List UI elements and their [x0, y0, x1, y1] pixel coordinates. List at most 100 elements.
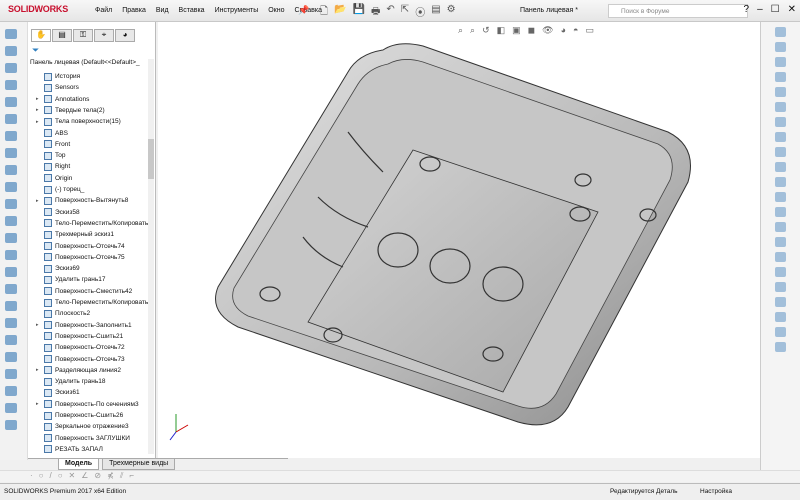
- expand-arrow-icon[interactable]: ▸: [36, 96, 41, 102]
- expand-arrow-icon[interactable]: ▸: [36, 322, 41, 328]
- tree-item[interactable]: Эскиз58: [36, 207, 80, 218]
- tool-icon[interactable]: [775, 312, 786, 322]
- tool-icon[interactable]: [5, 352, 17, 362]
- tool-icon[interactable]: [775, 252, 786, 262]
- tree-item[interactable]: ▸ Поверхность-Заполнить1: [36, 320, 132, 331]
- tool-icon[interactable]: [5, 250, 17, 260]
- tool-icon[interactable]: [5, 199, 17, 209]
- display-manager-tab-icon[interactable]: ◕: [115, 29, 135, 42]
- tree-item[interactable]: Эскиз69: [36, 263, 80, 274]
- dim-xpert-tab-icon[interactable]: ⌖: [94, 29, 114, 42]
- new-icon[interactable]: 🗋: [320, 4, 328, 21]
- feature-manager-tab-icon[interactable]: ✋: [31, 29, 51, 42]
- open-icon[interactable]: 📂: [334, 4, 346, 21]
- tree-item[interactable]: ABS: [36, 128, 68, 139]
- menu-window[interactable]: Окно: [268, 7, 284, 14]
- tool-icon[interactable]: [5, 284, 17, 294]
- tool-icon[interactable]: [775, 207, 786, 217]
- tool-icon[interactable]: [775, 147, 786, 157]
- tree-item[interactable]: Поверхность-Сместить42: [36, 286, 132, 297]
- tool-icon[interactable]: [775, 222, 786, 232]
- tree-item[interactable]: Зеркальное отражение3: [36, 421, 129, 432]
- tool-icon[interactable]: [5, 131, 17, 141]
- units-custom-dropdown[interactable]: Настройка: [700, 488, 732, 495]
- undo-icon[interactable]: ↶: [386, 4, 394, 21]
- tree-item[interactable]: Поверхность-Отсечь75: [36, 252, 125, 263]
- tool-icon[interactable]: [775, 192, 786, 202]
- tree-item[interactable]: История: [36, 71, 80, 82]
- tree-item[interactable]: Удалить грань17: [36, 274, 105, 285]
- graphics-viewport[interactable]: ⌕ ⌕ ↺ ◧ ▣ ◼ 👁 ◕ ◓ ▭: [158, 22, 760, 458]
- tool-icon[interactable]: [5, 386, 17, 396]
- tree-item[interactable]: Поверхность-Сшить26: [36, 410, 123, 421]
- file-props-icon[interactable]: ▤: [431, 4, 440, 21]
- tool-icon[interactable]: [5, 216, 17, 226]
- expand-arrow-icon[interactable]: ▸: [36, 367, 41, 373]
- expand-arrow-icon[interactable]: ▸: [36, 198, 41, 204]
- tab-model[interactable]: Модель: [58, 459, 100, 470]
- tree-scrollbar[interactable]: [148, 59, 154, 454]
- tree-item[interactable]: Тело-Переместить/Копировать3: [36, 218, 152, 229]
- expand-arrow-icon[interactable]: ▸: [36, 107, 41, 113]
- tool-icon[interactable]: [775, 132, 786, 142]
- minimize-button[interactable]: –: [757, 4, 763, 15]
- tree-item[interactable]: Front: [36, 139, 70, 150]
- menu-file[interactable]: Файл: [95, 7, 112, 14]
- tool-icon[interactable]: [5, 233, 17, 243]
- folder-icon[interactable]: [775, 72, 786, 82]
- tool-icon[interactable]: [5, 97, 17, 107]
- tree-item[interactable]: РЕЗАТЬ ЗАПАЛ: [36, 444, 103, 455]
- tool-icon[interactable]: [775, 177, 786, 187]
- solidworks-logo[interactable]: SOLIDWORKS: [8, 4, 68, 14]
- expand-arrow-icon[interactable]: ▸: [36, 401, 41, 407]
- tree-item[interactable]: ▸ Поверхность-Вытянуть8: [36, 195, 128, 206]
- tool-icon[interactable]: [5, 114, 17, 124]
- tool-icon[interactable]: [5, 182, 17, 192]
- tool-icon[interactable]: [5, 46, 17, 56]
- tree-item[interactable]: Эскиз61: [36, 387, 80, 398]
- tree-item[interactable]: Right: [36, 161, 70, 172]
- tree-item[interactable]: (-) торец_: [36, 184, 84, 195]
- tool-icon[interactable]: [5, 63, 17, 73]
- search-input[interactable]: Поиск в Форуме: [608, 4, 748, 18]
- line-icon[interactable]: [775, 57, 786, 67]
- menu-insert[interactable]: Вставка: [179, 7, 205, 14]
- pin-icon[interactable]: 📌: [298, 5, 309, 16]
- tree-item[interactable]: Поверхность ЗАГЛУШКИ: [36, 433, 130, 444]
- tool-icon[interactable]: [775, 267, 786, 277]
- tool-icon[interactable]: [5, 318, 17, 328]
- help-icon[interactable]: ?: [744, 4, 750, 15]
- tree-item[interactable]: Поверхность-Сшить21: [36, 331, 123, 342]
- tree-item[interactable]: Поверхность-Отсечь73: [36, 354, 125, 365]
- tool-icon[interactable]: [5, 80, 17, 90]
- home-icon[interactable]: [775, 27, 786, 37]
- select-cursor-icon[interactable]: [775, 342, 786, 352]
- tool-icon[interactable]: [5, 148, 17, 158]
- tree-item[interactable]: Трехмерный эскиз1: [36, 229, 114, 240]
- tree-item[interactable]: Поверхность-Отсечь74: [36, 241, 125, 252]
- library-icon[interactable]: [775, 87, 786, 97]
- tool-icon[interactable]: [5, 403, 17, 413]
- tree-item[interactable]: Sensors: [36, 82, 79, 93]
- tree-item[interactable]: Удалить грань18: [36, 376, 105, 387]
- maximize-button[interactable]: ☐: [771, 4, 780, 15]
- select-icon[interactable]: ⇱: [401, 4, 409, 21]
- close-button[interactable]: ✕: [788, 4, 796, 15]
- menu-view[interactable]: Вид: [156, 7, 169, 14]
- appearance-icon[interactable]: [775, 102, 786, 112]
- options-gear-icon[interactable]: ⚙: [447, 4, 456, 21]
- tool-icon[interactable]: [775, 297, 786, 307]
- tree-item[interactable]: ▸ Тела поверхности(15): [36, 116, 121, 127]
- sketch-icon[interactable]: [775, 42, 786, 52]
- tree-item[interactable]: Плоскость2: [36, 308, 90, 319]
- tool-icon[interactable]: [5, 301, 17, 311]
- expand-arrow-icon[interactable]: ▸: [36, 119, 41, 125]
- tree-item[interactable]: ▸ Annotations: [36, 94, 89, 105]
- custom-props-icon[interactable]: [775, 117, 786, 127]
- print-icon[interactable]: 🖶: [371, 4, 380, 21]
- tab-3d-views[interactable]: Трехмерные виды: [102, 459, 176, 470]
- config-manager-tab-icon[interactable]: ⚿: [73, 29, 93, 42]
- tree-item[interactable]: Поверхность-Отсечь72: [36, 342, 125, 353]
- tool-icon[interactable]: [775, 237, 786, 247]
- menu-edit[interactable]: Правка: [122, 7, 146, 14]
